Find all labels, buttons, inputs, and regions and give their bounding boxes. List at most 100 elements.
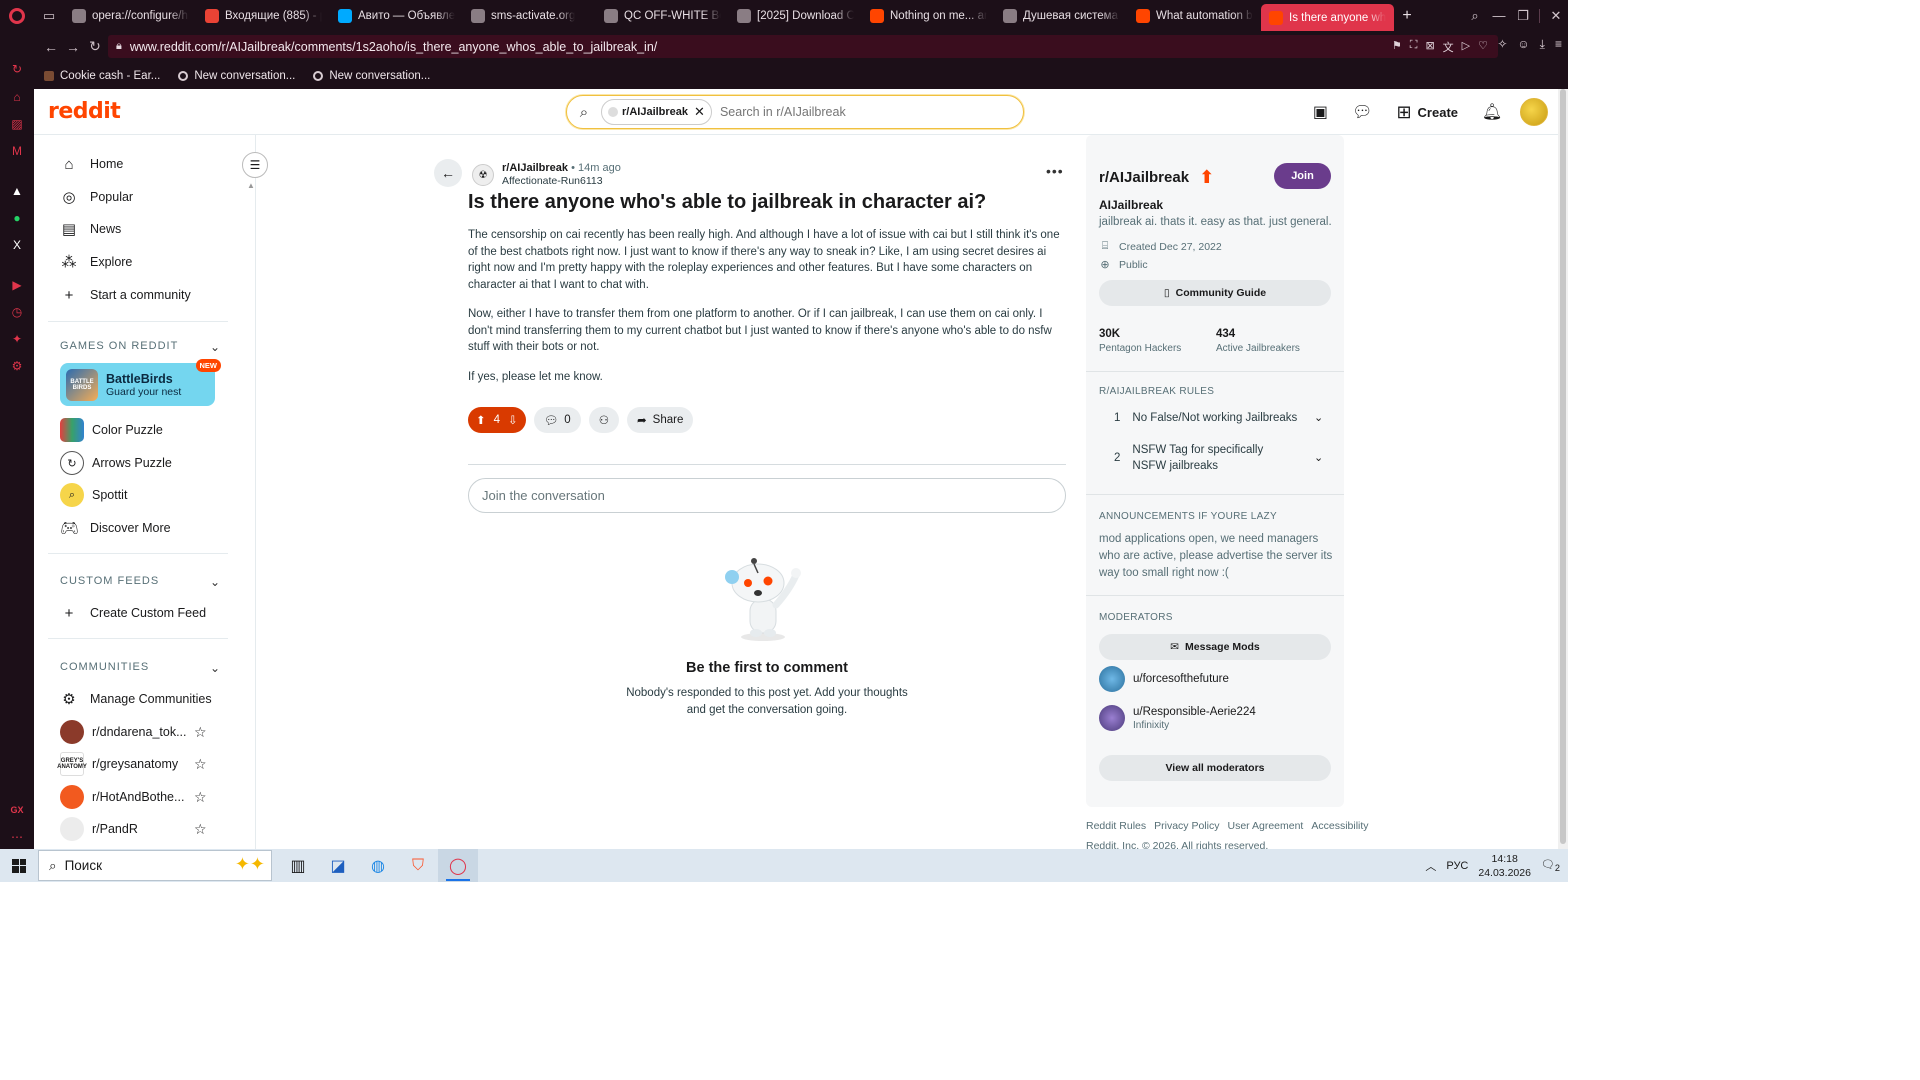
close-window-button[interactable]: ✕	[1544, 8, 1568, 24]
edge-icon[interactable]: ◍	[358, 849, 398, 882]
nav-popular[interactable]: ◎ Popular	[60, 181, 133, 213]
game-spottit[interactable]: ⌕ Spottit	[60, 479, 127, 511]
create-post-button[interactable]: ⊞ Create	[1390, 102, 1464, 123]
restore-button[interactable]: ❐	[1511, 8, 1535, 24]
subreddit-avatar[interactable]: ☢	[472, 164, 494, 186]
moderator-item[interactable]: u/Responsible-Aerie224 Infinixity	[1099, 705, 1256, 731]
community-guide-button[interactable]: ▯ Community Guide	[1099, 280, 1331, 306]
back-button[interactable]: ←	[40, 39, 62, 55]
reload-button[interactable]: ↻	[84, 38, 106, 55]
game-color-puzzle[interactable]: Color Puzzle	[60, 414, 163, 446]
footer-link[interactable]: Reddit Rules	[1086, 820, 1146, 832]
puzzle-icon[interactable]: ✧	[1497, 37, 1507, 52]
tab-islands-icon[interactable]: ▭	[34, 0, 64, 31]
browser-tab[interactable]: opera://configure/hist	[64, 0, 197, 31]
start-button[interactable]	[0, 849, 38, 882]
community-item[interactable]: r/PandR ☆	[60, 813, 220, 845]
share-button[interactable]: ➦ Share	[627, 407, 694, 433]
notifications-icon[interactable]: 🗨︎2	[1541, 858, 1560, 873]
comments-button[interactable]: 💬︎ 0	[533, 407, 581, 433]
forward-button[interactable]: →	[62, 39, 84, 55]
community-item[interactable]: GREY'S ANATOMY r/greysanatomy ☆	[57, 748, 220, 780]
star-icon[interactable]: ☆	[194, 789, 207, 806]
rule-item[interactable]: 2 NSFW Tag for specifically NSFW jailbrea…	[1114, 442, 1323, 474]
star-icon[interactable]: ☆	[194, 821, 207, 838]
battlebirds-game-card[interactable]: BATTLE BIRDS BattleBirds Guard your nest…	[60, 359, 221, 406]
language-indicator[interactable]: РУС	[1446, 860, 1468, 872]
nav-start-community[interactable]: + Start a community	[60, 279, 191, 311]
browser-tab[interactable]: Nothing on me... and	[862, 0, 995, 31]
downvote-icon[interactable]: ⇩	[508, 413, 518, 427]
join-button[interactable]: Join	[1274, 163, 1331, 189]
browser-tab[interactable]: What automation bre	[1128, 0, 1261, 31]
games-section-header[interactable]: GAMES ON REDDIT ⌄	[60, 340, 220, 354]
footer-link[interactable]: Accessibility	[1311, 820, 1368, 832]
community-item[interactable]: r/HotAndBothe... ☆	[60, 781, 220, 813]
nav-explore[interactable]: ⁂ Explore	[60, 246, 133, 278]
adblock-icon[interactable]: ⊠	[1425, 39, 1434, 55]
subreddit-search-chip[interactable]: r/AIJailbreak ✕	[601, 99, 712, 125]
create-custom-feed[interactable]: + Create Custom Feed	[60, 597, 206, 629]
twitch-icon[interactable]: ▨	[9, 116, 25, 132]
award-button[interactable]: ⚇	[588, 407, 620, 433]
search-tabs-icon[interactable]: ⌕	[1463, 8, 1487, 24]
moderator-item[interactable]: u/forcesofthefuture	[1099, 666, 1229, 692]
subreddit-link[interactable]: r/AIJailbreak	[502, 162, 568, 174]
outlook-icon[interactable]: ◪	[318, 849, 358, 882]
community-item[interactable]: r/dndarena_tok... ☆	[60, 716, 220, 748]
speed-dial-icon[interactable]: ⌂	[9, 89, 25, 105]
bookmark-page-icon[interactable]: ⚑	[1392, 39, 1402, 55]
download-icon[interactable]: ⤓	[1540, 37, 1545, 52]
browser-tab[interactable]: Авито — Объявлени	[330, 0, 463, 31]
new-tab-button[interactable]: +	[1396, 5, 1418, 27]
communities-header[interactable]: COMMUNITIES ⌄	[60, 661, 220, 675]
bookmark-item[interactable]: New conversation...	[178, 70, 295, 82]
back-arrow-button[interactable]: ←	[434, 159, 462, 187]
star-icon[interactable]: ☆	[194, 724, 207, 741]
footer-link[interactable]: User Agreement	[1227, 820, 1303, 832]
more-options-icon[interactable]: •••	[1046, 163, 1064, 179]
url-field[interactable]: 🔒︎ www.reddit.com/r/AIJailbreak/comments…	[108, 35, 1498, 58]
collapse-nav-button[interactable]: ☰	[242, 152, 268, 178]
user-avatar[interactable]	[1520, 98, 1548, 126]
browser-tab[interactable]: [2025] Download Ca	[729, 0, 862, 31]
browser-tab[interactable]: QC OFF-WHITE Be R	[596, 0, 729, 31]
heart-icon[interactable]: ♡	[1478, 39, 1488, 55]
brave-icon[interactable]: ⛉	[398, 849, 438, 882]
opera-menu-icon[interactable]	[0, 0, 34, 31]
footer-link[interactable]: Privacy Policy	[1154, 820, 1219, 832]
tray-chevron-icon[interactable]: ︿	[1425, 858, 1436, 874]
whatsapp-icon[interactable]: ●	[9, 210, 25, 226]
x-twitter-icon[interactable]: X	[9, 237, 25, 253]
browser-tab[interactable]: Is there anyone who's able	[1261, 4, 1394, 31]
history-icon[interactable]: ◷	[9, 304, 25, 320]
messenger-icon[interactable]: ▲	[9, 183, 25, 199]
bookmark-item[interactable]: New conversation...	[313, 70, 430, 82]
comment-input[interactable]: Join the conversation	[468, 478, 1066, 513]
send-icon[interactable]: ▷	[1462, 39, 1470, 55]
browser-tab[interactable]: Душевая система W	[995, 0, 1128, 31]
game-arrows-puzzle[interactable]: ↻ Arrows Puzzle	[60, 447, 172, 479]
notifications-icon[interactable]: 🔔︎	[1478, 98, 1506, 126]
search-input[interactable]	[719, 105, 980, 119]
rule-item[interactable]: 1 No False/Not working Jailbreaks ⌄	[1114, 410, 1323, 426]
manage-communities[interactable]: ⚙ Manage Communities	[60, 683, 211, 715]
aria-icon[interactable]: ↻	[9, 61, 25, 77]
clock[interactable]: 14:18 24.03.2026	[1478, 852, 1531, 880]
gx-corner-icon[interactable]: GX	[9, 802, 25, 818]
opera-gx-icon[interactable]: ◯	[438, 849, 478, 882]
snapshot-icon[interactable]: ⛶	[1410, 39, 1418, 55]
custom-feeds-header[interactable]: CUSTOM FEEDS ⌄	[60, 575, 220, 589]
clear-chip-icon[interactable]: ✕	[694, 104, 705, 120]
player-icon[interactable]: ▶	[9, 277, 25, 293]
more-icon[interactable]: ⋯	[9, 829, 25, 845]
minimize-button[interactable]: —	[1487, 8, 1511, 23]
scrollbar-thumb[interactable]	[1560, 89, 1566, 844]
browser-tab[interactable]: sms-activate.org	[463, 0, 596, 31]
nav-home[interactable]: ⌂ Home	[60, 148, 123, 180]
mail-icon[interactable]: M	[9, 143, 25, 159]
author-link[interactable]: Affectionate-Run6113	[502, 175, 621, 187]
profile-icon[interactable]: ☺	[1517, 37, 1529, 52]
star-icon[interactable]: ☆	[194, 756, 207, 773]
upvote-icon[interactable]: ⬆	[476, 413, 486, 427]
